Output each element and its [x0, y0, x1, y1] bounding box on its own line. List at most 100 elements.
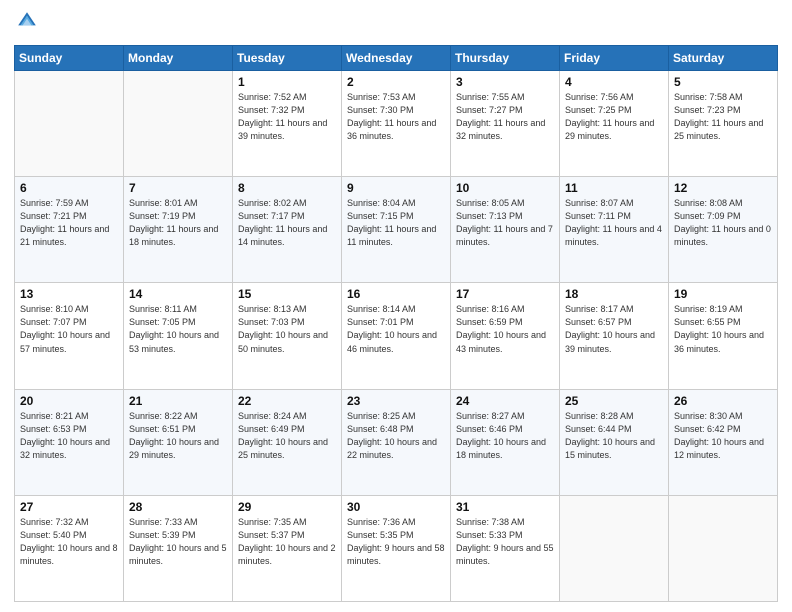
day-detail: Sunrise: 8:13 AMSunset: 7:03 PMDaylight:… [238, 303, 337, 355]
day-number: 9 [347, 181, 446, 195]
day-number: 21 [129, 394, 228, 408]
day-cell: 29 Sunrise: 7:35 AMSunset: 5:37 PMDayligh… [233, 495, 342, 601]
day-cell: 31 Sunrise: 7:38 AMSunset: 5:33 PMDayligh… [451, 495, 560, 601]
day-cell: 26 Sunrise: 8:30 AMSunset: 6:42 PMDayligh… [669, 389, 778, 495]
day-number: 14 [129, 287, 228, 301]
day-cell: 12 Sunrise: 8:08 AMSunset: 7:09 PMDayligh… [669, 177, 778, 283]
day-cell [560, 495, 669, 601]
day-cell: 27Sunrise: 7:32 AMSunset: 5:40 PMDayligh… [15, 495, 124, 601]
day-cell: 2 Sunrise: 7:53 AMSunset: 7:30 PMDaylight… [342, 71, 451, 177]
day-number: 24 [456, 394, 555, 408]
col-header-wednesday: Wednesday [342, 46, 451, 71]
day-cell: 1 Sunrise: 7:52 AMSunset: 7:32 PMDaylight… [233, 71, 342, 177]
day-number: 1 [238, 75, 337, 89]
day-cell [124, 71, 233, 177]
calendar-header-row: SundayMondayTuesdayWednesdayThursdayFrid… [15, 46, 778, 71]
day-detail: Sunrise: 7:53 AMSunset: 7:30 PMDaylight:… [347, 91, 446, 143]
day-detail: Sunrise: 7:52 AMSunset: 7:32 PMDaylight:… [238, 91, 337, 143]
day-number: 19 [674, 287, 773, 301]
day-detail: Sunrise: 8:07 AMSunset: 7:11 PMDaylight:… [565, 197, 664, 249]
day-detail: Sunrise: 7:38 AMSunset: 5:33 PMDaylight:… [456, 516, 555, 568]
day-number: 11 [565, 181, 664, 195]
day-number: 18 [565, 287, 664, 301]
day-detail: Sunrise: 8:30 AMSunset: 6:42 PMDaylight:… [674, 410, 773, 462]
day-detail: Sunrise: 8:10 AMSunset: 7:07 PMDaylight:… [20, 303, 119, 355]
day-cell: 22 Sunrise: 8:24 AMSunset: 6:49 PMDayligh… [233, 389, 342, 495]
day-cell: 18 Sunrise: 8:17 AMSunset: 6:57 PMDayligh… [560, 283, 669, 389]
day-number: 28 [129, 500, 228, 514]
week-row-4: 27Sunrise: 7:32 AMSunset: 5:40 PMDayligh… [15, 495, 778, 601]
day-cell: 6 Sunrise: 7:59 AMSunset: 7:21 PMDaylight… [15, 177, 124, 283]
day-detail: Sunrise: 8:21 AMSunset: 6:53 PMDaylight:… [20, 410, 119, 462]
day-number: 12 [674, 181, 773, 195]
day-cell: 3 Sunrise: 7:55 AMSunset: 7:27 PMDaylight… [451, 71, 560, 177]
col-header-sunday: Sunday [15, 46, 124, 71]
day-cell: 15 Sunrise: 8:13 AMSunset: 7:03 PMDayligh… [233, 283, 342, 389]
day-detail: Sunrise: 7:55 AMSunset: 7:27 PMDaylight:… [456, 91, 555, 143]
week-row-2: 13 Sunrise: 8:10 AMSunset: 7:07 PMDayligh… [15, 283, 778, 389]
day-number: 8 [238, 181, 337, 195]
day-number: 31 [456, 500, 555, 514]
week-row-1: 6 Sunrise: 7:59 AMSunset: 7:21 PMDaylight… [15, 177, 778, 283]
day-number: 2 [347, 75, 446, 89]
day-detail: Sunrise: 7:58 AMSunset: 7:23 PMDaylight:… [674, 91, 773, 143]
day-detail: Sunrise: 8:04 AMSunset: 7:15 PMDaylight:… [347, 197, 446, 249]
day-detail: Sunrise: 8:24 AMSunset: 6:49 PMDaylight:… [238, 410, 337, 462]
day-cell: 30 Sunrise: 7:36 AMSunset: 5:35 PMDayligh… [342, 495, 451, 601]
day-cell: 8 Sunrise: 8:02 AMSunset: 7:17 PMDaylight… [233, 177, 342, 283]
day-detail: Sunrise: 8:17 AMSunset: 6:57 PMDaylight:… [565, 303, 664, 355]
day-number: 15 [238, 287, 337, 301]
day-number: 17 [456, 287, 555, 301]
day-number: 27 [20, 500, 119, 514]
day-number: 16 [347, 287, 446, 301]
week-row-0: 1 Sunrise: 7:52 AMSunset: 7:32 PMDaylight… [15, 71, 778, 177]
day-detail: Sunrise: 8:19 AMSunset: 6:55 PMDaylight:… [674, 303, 773, 355]
col-header-monday: Monday [124, 46, 233, 71]
day-number: 23 [347, 394, 446, 408]
col-header-tuesday: Tuesday [233, 46, 342, 71]
day-cell [669, 495, 778, 601]
day-detail: Sunrise: 7:35 AMSunset: 5:37 PMDaylight:… [238, 516, 337, 568]
page: SundayMondayTuesdayWednesdayThursdayFrid… [0, 0, 792, 612]
col-header-thursday: Thursday [451, 46, 560, 71]
day-cell: 4 Sunrise: 7:56 AMSunset: 7:25 PMDaylight… [560, 71, 669, 177]
day-detail: Sunrise: 7:56 AMSunset: 7:25 PMDaylight:… [565, 91, 664, 143]
day-number: 7 [129, 181, 228, 195]
day-detail: Sunrise: 8:02 AMSunset: 7:17 PMDaylight:… [238, 197, 337, 249]
header [14, 10, 778, 37]
day-cell: 5Sunrise: 7:58 AMSunset: 7:23 PMDaylight… [669, 71, 778, 177]
day-cell: 19 Sunrise: 8:19 AMSunset: 6:55 PMDayligh… [669, 283, 778, 389]
day-number: 26 [674, 394, 773, 408]
day-number: 6 [20, 181, 119, 195]
day-cell: 24 Sunrise: 8:27 AMSunset: 6:46 PMDayligh… [451, 389, 560, 495]
day-number: 20 [20, 394, 119, 408]
day-cell: 20 Sunrise: 8:21 AMSunset: 6:53 PMDayligh… [15, 389, 124, 495]
day-detail: Sunrise: 8:11 AMSunset: 7:05 PMDaylight:… [129, 303, 228, 355]
day-detail: Sunrise: 8:27 AMSunset: 6:46 PMDaylight:… [456, 410, 555, 462]
day-detail: Sunrise: 8:16 AMSunset: 6:59 PMDaylight:… [456, 303, 555, 355]
day-detail: Sunrise: 8:25 AMSunset: 6:48 PMDaylight:… [347, 410, 446, 462]
col-header-friday: Friday [560, 46, 669, 71]
day-number: 30 [347, 500, 446, 514]
day-number: 29 [238, 500, 337, 514]
calendar: SundayMondayTuesdayWednesdayThursdayFrid… [14, 45, 778, 602]
day-cell: 16Sunrise: 8:14 AMSunset: 7:01 PMDayligh… [342, 283, 451, 389]
day-cell: 25Sunrise: 8:28 AMSunset: 6:44 PMDayligh… [560, 389, 669, 495]
day-detail: Sunrise: 8:08 AMSunset: 7:09 PMDaylight:… [674, 197, 773, 249]
day-number: 13 [20, 287, 119, 301]
day-detail: Sunrise: 7:33 AMSunset: 5:39 PMDaylight:… [129, 516, 228, 568]
day-number: 3 [456, 75, 555, 89]
logo-icon [16, 10, 38, 32]
day-number: 25 [565, 394, 664, 408]
day-number: 10 [456, 181, 555, 195]
day-detail: Sunrise: 7:36 AMSunset: 5:35 PMDaylight:… [347, 516, 446, 568]
day-number: 4 [565, 75, 664, 89]
day-cell: 28 Sunrise: 7:33 AMSunset: 5:39 PMDayligh… [124, 495, 233, 601]
day-cell: 23 Sunrise: 8:25 AMSunset: 6:48 PMDayligh… [342, 389, 451, 495]
day-detail: Sunrise: 8:01 AMSunset: 7:19 PMDaylight:… [129, 197, 228, 249]
day-cell: 21Sunrise: 8:22 AMSunset: 6:51 PMDayligh… [124, 389, 233, 495]
day-number: 22 [238, 394, 337, 408]
day-detail: Sunrise: 7:59 AMSunset: 7:21 PMDaylight:… [20, 197, 119, 249]
day-cell: 9 Sunrise: 8:04 AMSunset: 7:15 PMDaylight… [342, 177, 451, 283]
day-cell: 7 Sunrise: 8:01 AMSunset: 7:19 PMDaylight… [124, 177, 233, 283]
